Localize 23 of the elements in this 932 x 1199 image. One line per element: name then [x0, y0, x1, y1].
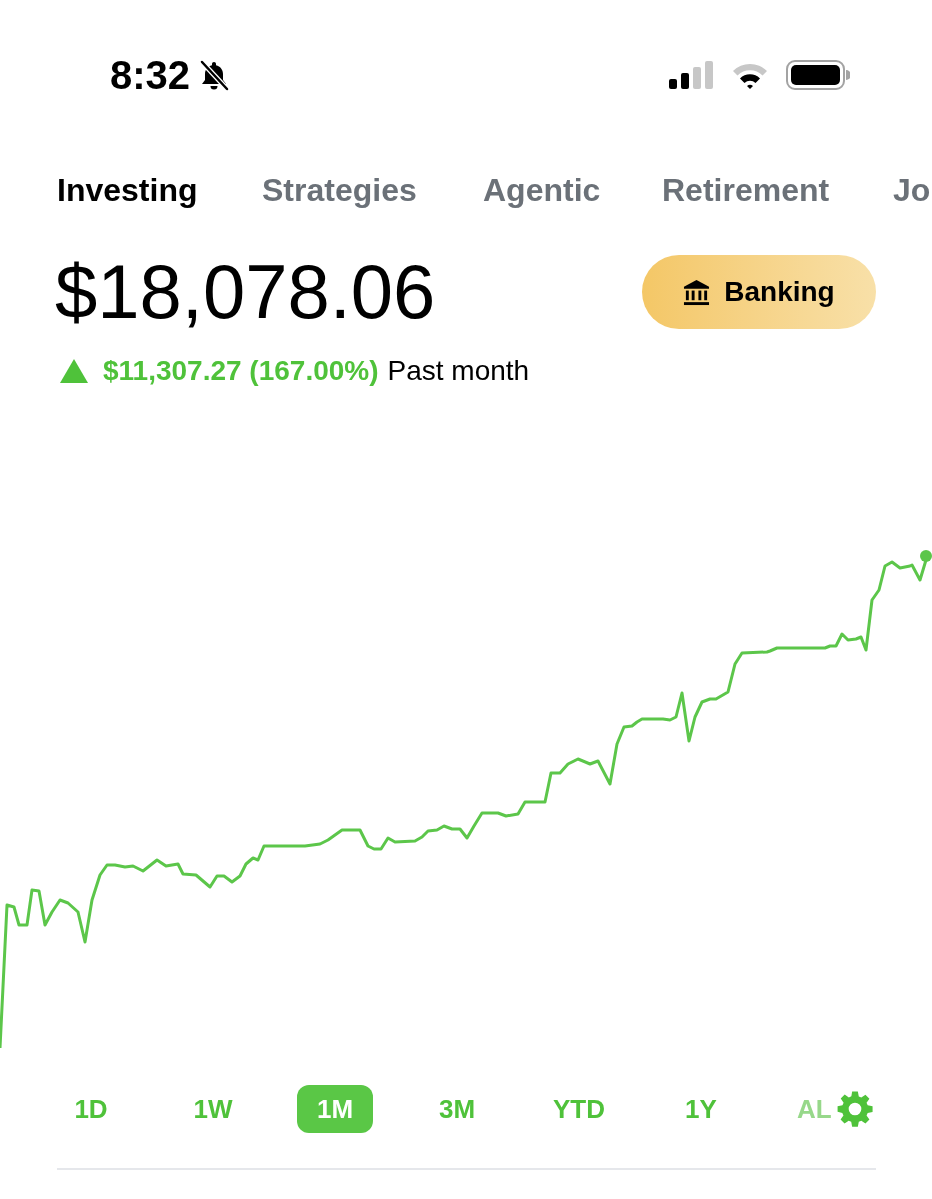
settings-icon[interactable] — [835, 1090, 874, 1128]
time-range-tab[interactable]: 1D — [54, 1085, 128, 1133]
section-tab[interactable]: Investing — [57, 174, 262, 206]
section-tab[interactable]: Retirement — [662, 174, 893, 206]
section-tab[interactable]: Jo — [893, 174, 932, 206]
time-range-tab[interactable]: AL — [795, 1085, 834, 1133]
change-period: Past month — [387, 357, 530, 385]
battery-icon — [786, 60, 850, 90]
time-range-tab[interactable]: YTD — [533, 1085, 625, 1133]
time-range-tab[interactable]: 3M — [418, 1085, 496, 1133]
time-range-tab[interactable]: 1W — [173, 1085, 253, 1133]
banking-button[interactable]: Banking — [642, 255, 876, 329]
chart-endpoint-dot-icon — [920, 550, 932, 562]
signal-bars-icon — [669, 61, 714, 89]
bank-icon — [683, 278, 711, 306]
portfolio-balance: $18,078.06 — [55, 254, 436, 330]
time-range-tab[interactable]: 1Y — [665, 1085, 737, 1133]
section-tab[interactable]: Strategies — [262, 174, 483, 206]
wifi-icon — [732, 61, 768, 89]
section-tab[interactable]: Agentic — [483, 174, 662, 206]
time-range-tab[interactable]: 1M — [296, 1085, 374, 1133]
change-amount: $11,307.27 (167.00%) — [103, 357, 379, 385]
status-time: 8:32 — [110, 55, 191, 95]
